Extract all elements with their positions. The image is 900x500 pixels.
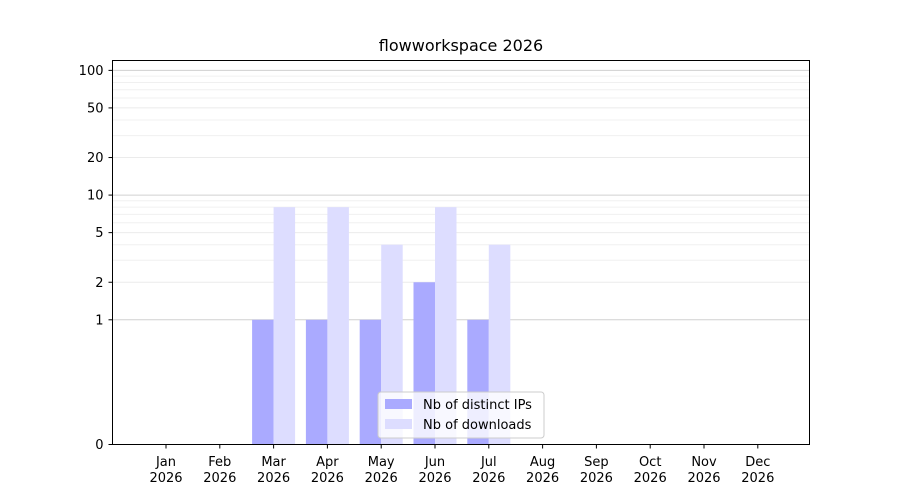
y-tick-label: 0 xyxy=(95,438,103,453)
bar-distinct-ips xyxy=(305,319,328,445)
legend-label: Nb of downloads xyxy=(423,418,532,433)
plot-frame xyxy=(112,60,810,445)
x-axis: Jan 2026 Feb 2026 Mar 2026 Apr 2026 May 2026 Jun 20… xyxy=(149,444,774,486)
x-tick-label: May 2026 xyxy=(365,455,398,486)
y-tick-label: 1 xyxy=(95,313,103,328)
x-tick-label: Jul 2026 xyxy=(472,455,505,486)
y-tick-label: 10 xyxy=(87,189,104,204)
x-tick-label: Oct 2026 xyxy=(634,455,667,486)
legend-swatch xyxy=(385,419,412,429)
legend-label: Nb of distinct IPs xyxy=(423,398,532,413)
bar-chart: flowworkspace 2026 0 1 2 5 10 20 50 100 Jan 2026… xyxy=(79,36,810,486)
x-tick-label: Nov 2026 xyxy=(687,455,720,486)
legend: Nb of distinct IPs Nb of downloads xyxy=(377,391,545,439)
x-tick-label: Feb 2026 xyxy=(203,455,236,486)
bar-distinct-ips xyxy=(252,319,274,445)
x-tick-label: Mar 2026 xyxy=(257,455,290,486)
grid-lines xyxy=(112,69,810,445)
y-axis: 0 1 2 5 10 20 50 100 xyxy=(79,64,113,453)
x-tick-label: Jan 2026 xyxy=(149,455,182,486)
y-tick-label: 5 xyxy=(95,226,103,241)
y-tick-label: 2 xyxy=(95,276,103,291)
y-tick-label: 20 xyxy=(87,151,104,166)
x-tick-label: Sep 2026 xyxy=(580,455,613,486)
legend-swatch xyxy=(385,399,412,409)
bar-downloads xyxy=(327,207,349,445)
chart-title: flowworkspace 2026 xyxy=(379,36,543,55)
bar-downloads xyxy=(273,207,296,445)
y-tick-label: 100 xyxy=(79,64,104,79)
x-tick-label: Dec 2026 xyxy=(741,455,774,486)
x-tick-label: Aug 2026 xyxy=(526,455,559,486)
x-tick-label: Apr 2026 xyxy=(311,455,344,486)
x-tick-label: Jun 2026 xyxy=(418,455,451,486)
y-tick-label: 50 xyxy=(87,101,104,116)
